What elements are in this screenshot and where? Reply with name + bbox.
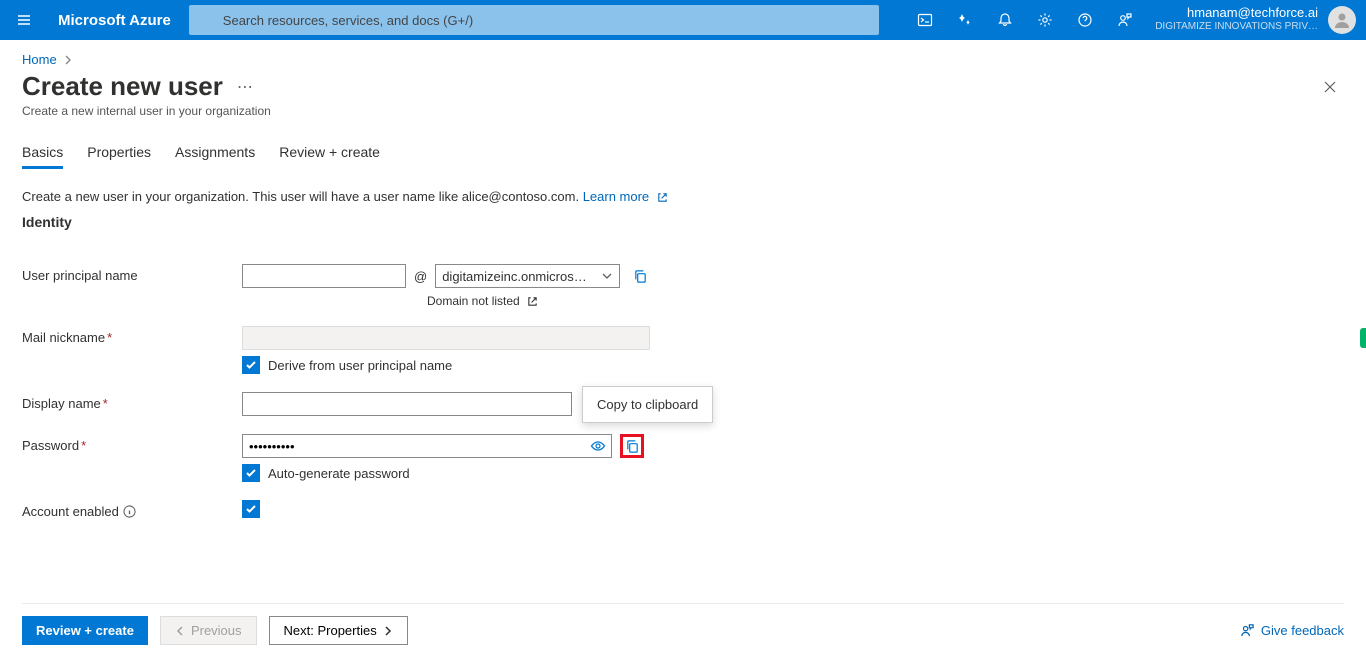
password-input[interactable] — [242, 434, 612, 458]
footer: Review + create Previous Next: Propertie… — [22, 603, 1344, 657]
learn-more-label: Learn more — [583, 189, 649, 204]
cloud-shell-button[interactable] — [905, 0, 945, 40]
label-account-enabled: Account enabled — [22, 504, 119, 519]
section-identity-heading: Identity — [22, 214, 1344, 230]
chevron-left-icon — [175, 626, 185, 636]
account-enabled-checkbox[interactable] — [242, 500, 260, 518]
more-actions-button[interactable]: ⋯ — [237, 77, 253, 97]
checkmark-icon — [245, 467, 257, 479]
page-title: Create new user — [22, 71, 223, 102]
give-feedback-label: Give feedback — [1261, 623, 1344, 638]
label-mail-nickname: Mail nickname — [22, 330, 105, 345]
user-info[interactable]: hmanam@techforce.ai DIGITAMIZE INNOVATIO… — [1145, 6, 1324, 34]
learn-more-link[interactable]: Learn more — [583, 189, 668, 204]
mail-nickname-input — [242, 326, 650, 350]
checkmark-icon — [245, 503, 257, 515]
domain-selected-value: digitamizeinc.onmicros… — [442, 269, 587, 284]
topbar: Microsoft Azure hmanam@techforce.ai — [0, 0, 1366, 40]
display-name-input[interactable] — [242, 392, 572, 416]
chevron-right-icon — [383, 626, 393, 636]
side-green-tab[interactable] — [1360, 328, 1366, 348]
at-sign: @ — [414, 269, 427, 284]
next-button[interactable]: Next: Properties — [269, 616, 408, 645]
copy-password-button[interactable] — [620, 434, 644, 458]
auto-generate-password-label: Auto-generate password — [268, 466, 410, 481]
person-feedback-icon — [1240, 623, 1255, 638]
tab-properties[interactable]: Properties — [87, 144, 151, 169]
copy-upn-button[interactable] — [628, 264, 652, 288]
domain-not-listed-label: Domain not listed — [427, 294, 520, 308]
page-subtitle: Create a new internal user in your organ… — [22, 104, 1344, 118]
page-content: Home Create new user ⋯ Create a new inte… — [0, 40, 1366, 657]
eye-icon — [590, 438, 606, 454]
user-org: DIGITAMIZE INNOVATIONS PRIV… — [1155, 20, 1318, 34]
external-link-icon — [657, 192, 668, 203]
chevron-down-icon — [601, 270, 613, 282]
help-button[interactable] — [1065, 0, 1105, 40]
previous-button: Previous — [160, 616, 257, 645]
brand-label[interactable]: Microsoft Azure — [48, 12, 189, 29]
chevron-right-icon — [63, 55, 73, 65]
label-display-name: Display name — [22, 396, 101, 411]
hamburger-icon — [16, 12, 32, 28]
hamburger-menu-button[interactable] — [0, 12, 48, 28]
previous-label: Previous — [191, 623, 242, 638]
close-icon — [1322, 79, 1338, 95]
show-password-button[interactable] — [590, 438, 606, 454]
label-upn: User principal name — [22, 264, 242, 283]
person-feedback-icon — [1117, 12, 1133, 28]
external-link-icon — [527, 296, 538, 307]
domain-select[interactable]: digitamizeinc.onmicros… — [435, 264, 620, 288]
settings-button[interactable] — [1025, 0, 1065, 40]
domain-not-listed-link[interactable]: Domain not listed — [427, 294, 652, 308]
checkmark-icon — [245, 359, 257, 371]
tab-basics[interactable]: Basics — [22, 144, 63, 169]
breadcrumb: Home — [22, 52, 1344, 67]
gear-icon — [1037, 12, 1053, 28]
intro-text-span: Create a new user in your organization. … — [22, 189, 579, 204]
search-input[interactable] — [189, 5, 879, 35]
help-icon — [1077, 12, 1093, 28]
copilot-icon — [957, 12, 973, 28]
info-icon[interactable] — [123, 505, 136, 518]
bell-icon — [997, 12, 1013, 28]
feedback-top-button[interactable] — [1105, 0, 1145, 40]
notifications-button[interactable] — [985, 0, 1025, 40]
breadcrumb-home[interactable]: Home — [22, 52, 57, 67]
copilot-button[interactable] — [945, 0, 985, 40]
derive-from-upn-label: Derive from user principal name — [268, 358, 452, 373]
user-email: hmanam@techforce.ai — [1155, 6, 1318, 20]
tab-assignments[interactable]: Assignments — [175, 144, 255, 169]
avatar[interactable] — [1328, 6, 1356, 34]
avatar-icon — [1332, 10, 1352, 30]
tab-review-create[interactable]: Review + create — [279, 144, 380, 169]
copy-icon — [625, 439, 640, 454]
copy-tooltip: Copy to clipboard — [582, 386, 713, 423]
close-blade-button[interactable] — [1316, 73, 1344, 101]
cloud-shell-icon — [917, 12, 933, 28]
copy-tooltip-text: Copy to clipboard — [597, 397, 698, 412]
intro-text: Create a new user in your organization. … — [22, 189, 1344, 204]
auto-generate-password-checkbox[interactable] — [242, 464, 260, 482]
label-password: Password — [22, 438, 79, 453]
copy-icon — [633, 269, 648, 284]
derive-from-upn-checkbox[interactable] — [242, 356, 260, 374]
next-label: Next: Properties — [284, 623, 377, 638]
tabs: Basics Properties Assignments Review + c… — [22, 144, 1344, 169]
give-feedback-link[interactable]: Give feedback — [1240, 623, 1344, 638]
review-create-button[interactable]: Review + create — [22, 616, 148, 645]
upn-input[interactable] — [242, 264, 406, 288]
